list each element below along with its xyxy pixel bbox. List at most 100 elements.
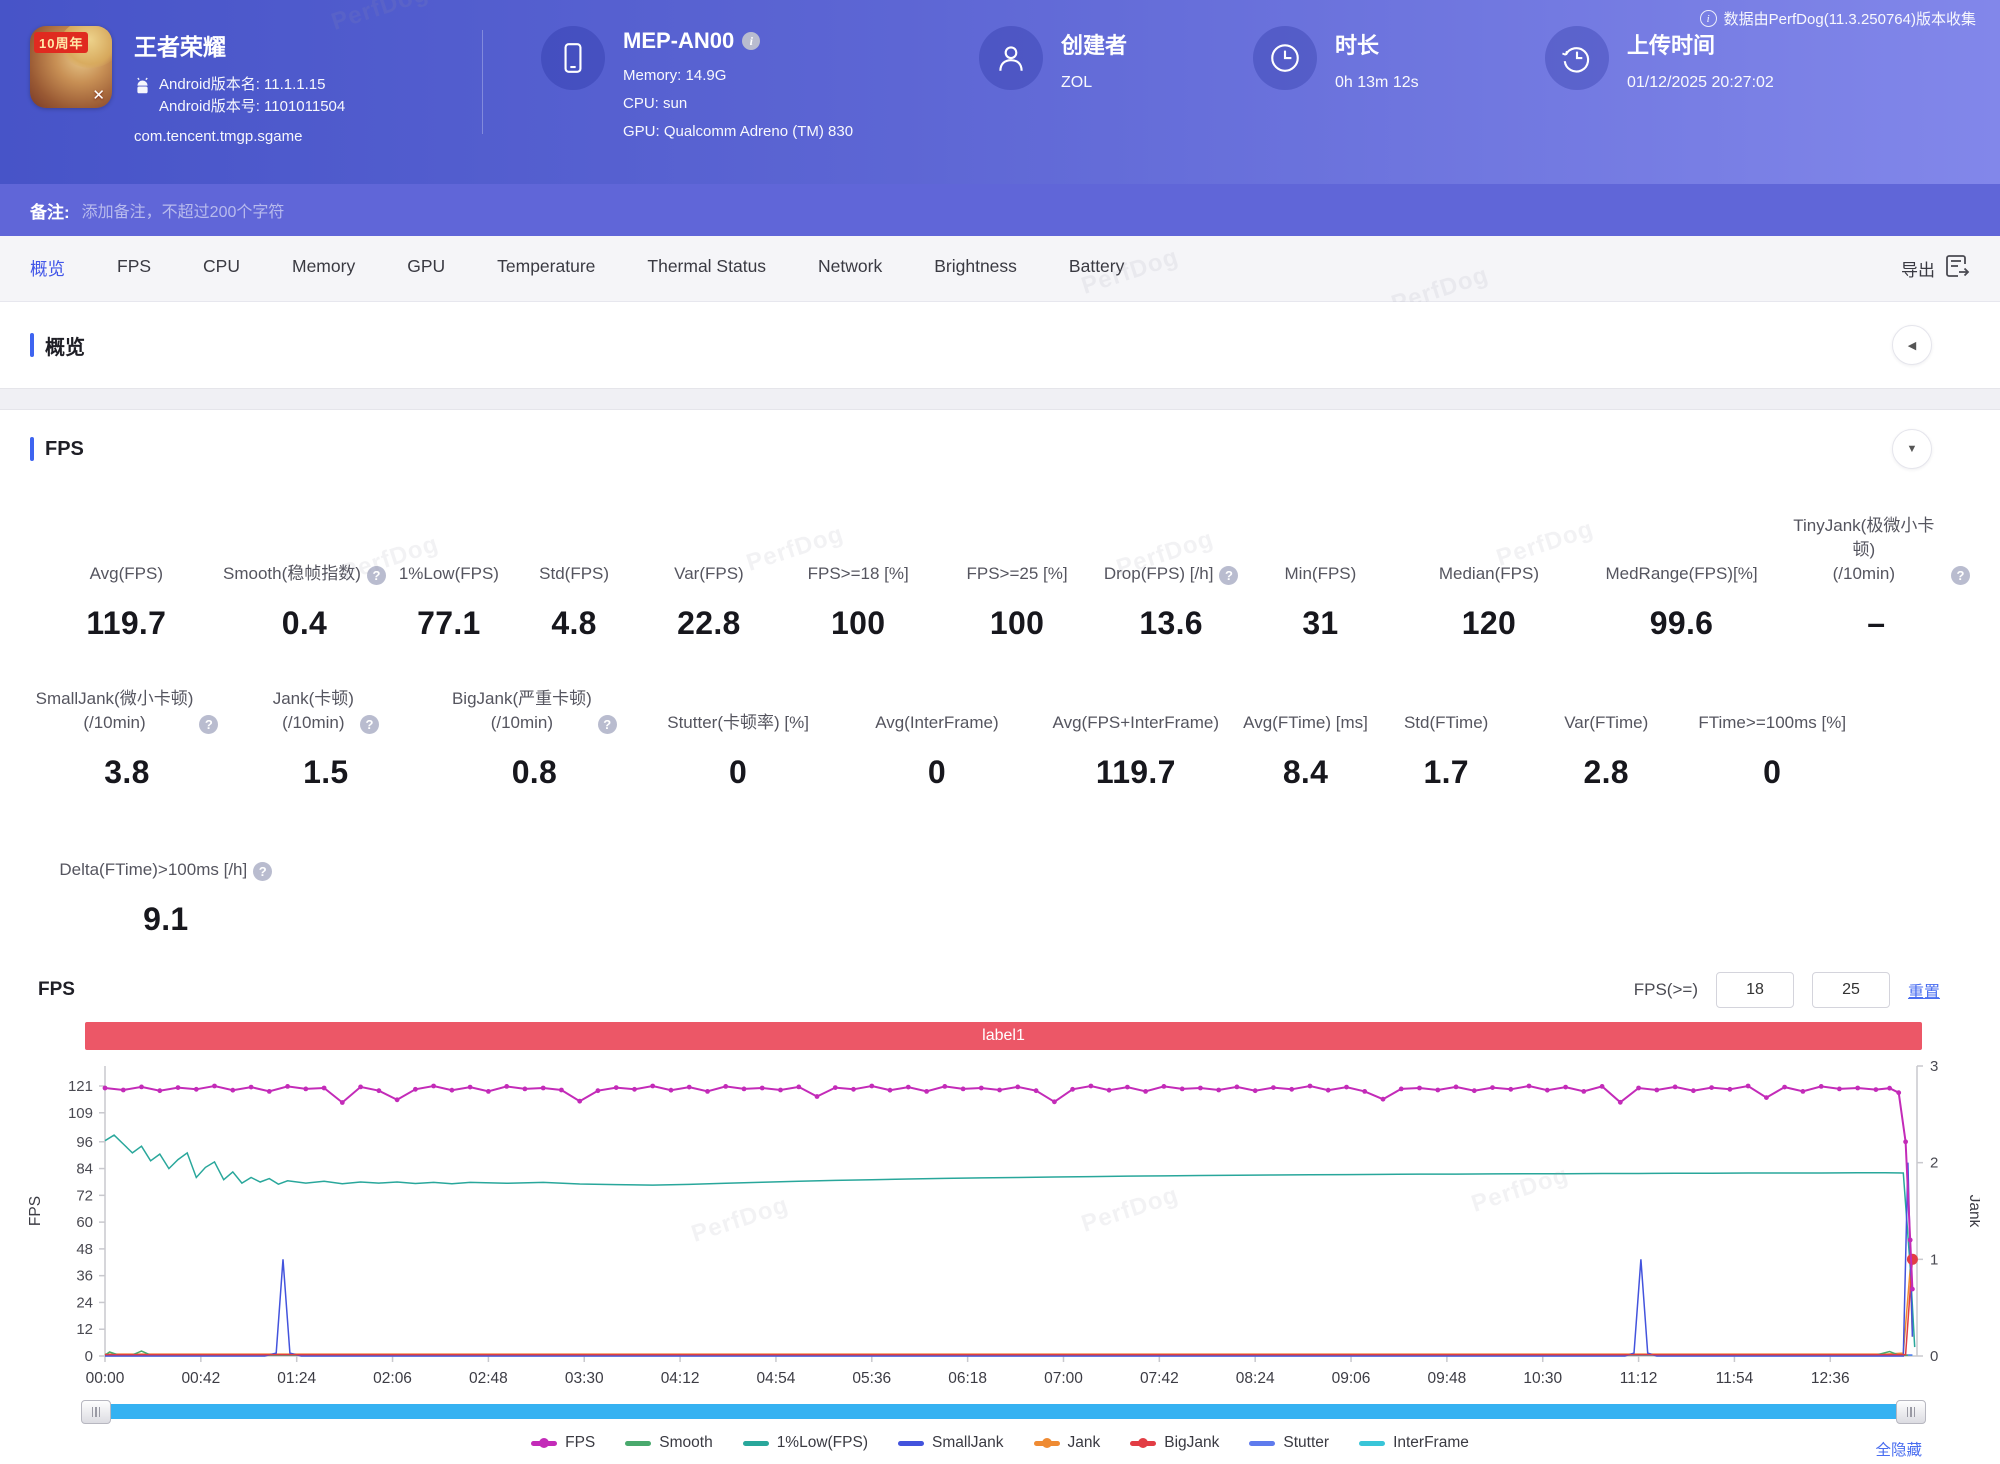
fps-stats-row-1: Avg(FPS) 119.7 Smooth(稳帧指数)? 0.4 1%Low(F… [0,514,2000,642]
device-gpu: GPU: Qualcomm Adreno (TM) 830 [623,118,853,146]
user-icon [979,26,1043,90]
stat-value: 119.7 [86,605,166,642]
svg-text:12: 12 [76,1322,93,1339]
legend-swatch [743,1437,769,1449]
nav-tab[interactable]: GPU [407,256,445,281]
svg-text:09:06: 09:06 [1332,1370,1371,1387]
nav-tab[interactable]: Brightness [934,256,1017,281]
note-bar[interactable]: 备注: 添加备注，不超过200个字符 [0,184,2000,236]
fps-stat: 1%Low(FPS) 77.1 [386,535,511,642]
export-button[interactable]: 导出 [1901,254,1970,283]
nav-tab[interactable]: Thermal Status [647,256,766,281]
device-info-icon[interactable]: i [742,32,760,50]
legend-swatch [1130,1437,1156,1449]
fps-line-chart[interactable]: 01224364860728496109121012300:0000:4201:… [20,1056,1980,1396]
svg-text:07:00: 07:00 [1044,1370,1083,1387]
stat-value: 1.5 [303,754,348,791]
stat-value: 120 [1462,605,1516,642]
svg-text:10:30: 10:30 [1523,1370,1562,1387]
fps-chart-area: 01224364860728496109121012300:0000:4201:… [0,1056,2000,1396]
nav-tab[interactable]: Network [818,256,882,281]
section-accent-bar [30,437,34,461]
stat-value: 119.7 [1096,754,1176,791]
data-source-note: i 数据由PerfDog(11.3.250764)版本收集 [1700,8,1976,29]
collapse-fps-button[interactable]: ▼ [1892,429,1932,469]
stat-value: 1.7 [1423,754,1468,791]
chart-region-label[interactable]: label1 [85,1022,1922,1050]
fps-chart-title: FPS [38,979,75,1001]
stat-value: 100 [990,605,1044,642]
svg-text:84: 84 [76,1161,93,1178]
stat-value: 8.4 [1283,754,1328,791]
duration-label: 时长 [1335,28,1419,60]
fps-stat: Drop(FPS) [/h]? 13.6 [1099,535,1243,642]
fps-stat: Delta(FTime)>100ms [/h]? 9.1 [30,831,302,938]
help-icon[interactable]: ? [1951,566,1970,585]
fps-stat: FPS>=25 [%] 100 [935,535,1099,642]
reset-link[interactable]: 重置 [1908,978,1940,1002]
svg-text:3: 3 [1930,1058,1938,1075]
stat-label: Avg(InterFrame) [875,684,998,734]
help-icon[interactable]: ? [253,862,272,881]
nav-tab[interactable]: Battery [1069,256,1124,281]
android-version-code: Android版本号: 1101011504 [159,96,345,118]
stat-value: – [1867,605,1885,642]
upload-value: 01/12/2025 20:27:02 [1627,74,1774,92]
stat-label: SmallJank(微小卡顿) (/10min)? [36,684,219,734]
svg-text:07:42: 07:42 [1140,1370,1179,1387]
overview-title: 概览 [45,331,85,360]
device-memory: Memory: 14.9G [623,62,853,90]
svg-text:01:24: 01:24 [277,1370,316,1387]
device-info-block: MEP-AN00 i Memory: 14.9G CPU: sun GPU: Q… [541,26,913,145]
fps-threshold-input-1[interactable] [1716,972,1794,1008]
nav-tab[interactable]: FPS [117,256,151,281]
creator-block: 创建者 ZOL [979,26,1187,92]
fps-chart-header: FPS FPS(>=) 重置 [0,964,2000,1018]
fps-stat: Std(FTime) 1.7 [1378,684,1514,791]
tab-bar: 概览 FPS CPU Memory GPU Temperature Thermal Stat… [0,236,2000,302]
help-icon[interactable]: ? [598,715,617,734]
help-icon[interactable]: ? [360,715,379,734]
scrollbar-track[interactable] [85,1404,1922,1419]
scrollbar-right-handle[interactable] [1896,1400,1926,1424]
legend-row: FPS Smooth 1%Low(FPS) [0,1434,2000,1464]
svg-text:1: 1 [1930,1252,1938,1269]
stat-label: FPS>=25 [%] [967,535,1068,585]
stat-label: Min(FPS) [1285,535,1357,585]
help-icon[interactable]: ? [367,566,386,585]
svg-text:11:12: 11:12 [1620,1370,1658,1387]
stat-value: 99.6 [1650,605,1713,642]
export-label: 导出 [1901,256,1935,281]
nav-tab[interactable]: 概览 [30,256,65,281]
fps-section: FPS ▼ Avg(FPS) 119.7 Smooth(稳帧指数)? 0.4 1… [0,410,2000,1464]
hide-all-link[interactable]: 全隐藏 [1875,1438,1922,1460]
android-icon [134,77,151,103]
chart-scrollbar[interactable] [85,1400,1922,1424]
creator-value: ZOL [1061,74,1127,92]
game-app-icon: 10周年 ✕ [30,26,112,108]
game-logo-mark: ✕ [92,86,105,104]
nav-tab[interactable]: Temperature [497,256,595,281]
anniversary-badge: 10周年 [34,32,88,53]
fps-stat: BigJank(严重卡顿) (/10min)? 0.8 [428,684,641,791]
stat-label: Smooth(稳帧指数)? [223,535,386,585]
fps-threshold-input-2[interactable] [1812,972,1890,1008]
svg-text:60: 60 [76,1215,93,1232]
help-icon[interactable]: ? [1219,566,1238,585]
nav-tab[interactable]: Memory [292,256,355,281]
fps-stat: MedRange(FPS)[%] 99.6 [1580,535,1782,642]
nav-tab[interactable]: CPU [203,256,240,281]
collapse-overview-button[interactable]: ◀ [1892,325,1932,365]
scrollbar-left-handle[interactable] [81,1400,111,1424]
stat-label: Jank(卡顿) (/10min)? [273,684,379,734]
stat-value: 0 [729,754,747,791]
svg-text:04:54: 04:54 [757,1370,796,1387]
export-icon [1944,254,1970,283]
info-icon: i [1700,10,1717,27]
region-label-text: label1 [982,1027,1025,1045]
section-gap [0,388,2000,410]
help-icon[interactable]: ? [199,715,218,734]
stat-value: 31 [1302,605,1338,642]
svg-text:11:54: 11:54 [1716,1370,1754,1387]
app-title: 王者荣耀 [134,28,345,62]
